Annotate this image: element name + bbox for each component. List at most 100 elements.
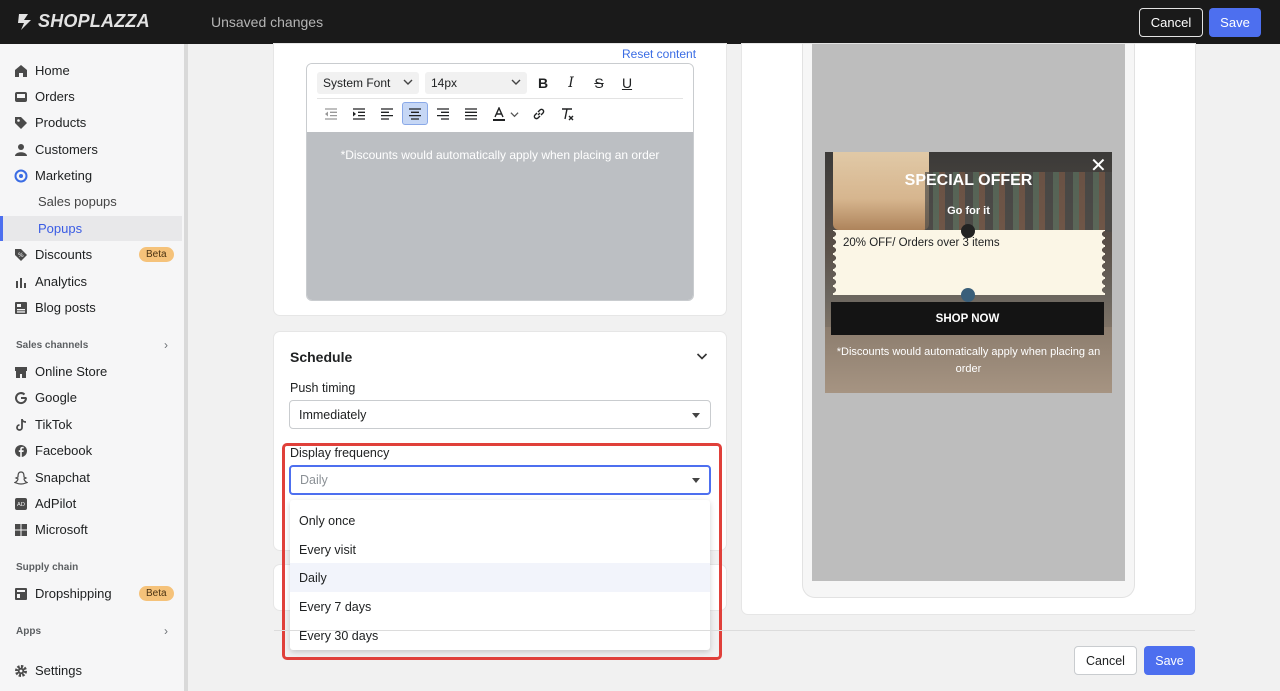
- sidebar-item-discounts[interactable]: % Discounts Beta: [0, 242, 182, 267]
- sidebar-item-label: Snapchat: [35, 470, 90, 485]
- sidebar-item-label: Discounts: [35, 247, 93, 262]
- editor-content-area[interactable]: *Discounts would automatically apply whe…: [307, 132, 693, 300]
- sidebar-item-home[interactable]: Home: [0, 58, 182, 83]
- popup-background-lamp: [833, 152, 929, 230]
- svg-text:AD: AD: [17, 502, 25, 508]
- rich-text-editor: System Font 14px B I S U *Discounts woul…: [306, 63, 694, 301]
- sidebar-item-label: Home: [35, 63, 70, 78]
- editor-toolbar: System Font 14px B I S U: [307, 64, 693, 132]
- svg-text:%: %: [18, 252, 24, 259]
- sidebar-item-label: AdPilot: [35, 496, 77, 511]
- popup-title: SPECIAL OFFER: [904, 172, 1033, 189]
- tag-icon: [13, 115, 28, 130]
- link-icon[interactable]: [527, 103, 551, 125]
- microsoft-icon: [13, 522, 28, 537]
- popup-subtitle: Go for it: [947, 205, 990, 217]
- shoplazza-logo-icon: [18, 13, 31, 30]
- chevron-down-icon: [511, 79, 521, 85]
- sidebar-item-label: Google: [35, 390, 77, 405]
- discount-icon: %: [13, 247, 28, 262]
- strikethrough-icon[interactable]: S: [587, 72, 611, 94]
- unsaved-status: Unsaved changes: [211, 14, 324, 30]
- sidebar-item-adpilot[interactable]: AD AdPilot: [0, 491, 182, 516]
- sidebar-item-orders[interactable]: Orders: [0, 84, 182, 109]
- sidebar-item-label: Analytics: [35, 274, 88, 289]
- sidebar-item-popups[interactable]: Popups: [0, 216, 182, 241]
- sidebar-item-label: Microsoft: [35, 522, 88, 537]
- sidebar-item-marketing[interactable]: Marketing: [0, 163, 182, 188]
- facebook-icon: [13, 443, 28, 458]
- sidebar-item-products[interactable]: Products: [0, 110, 182, 135]
- italic-icon[interactable]: I: [559, 72, 583, 94]
- coupon-edge-left: [833, 230, 839, 295]
- schedule-title: Schedule: [290, 349, 353, 365]
- sidebar-item-label: Online Store: [35, 364, 108, 379]
- toolbar-divider: [317, 98, 683, 99]
- chevron-down-icon[interactable]: [696, 350, 708, 362]
- top-cancel-button[interactable]: Cancel: [1139, 8, 1203, 37]
- chevron-down-icon[interactable]: [507, 103, 521, 125]
- outdent-icon[interactable]: [319, 103, 343, 125]
- underline-icon[interactable]: U: [615, 72, 639, 94]
- align-left-icon[interactable]: [375, 103, 399, 125]
- sidebar: Home Orders Products Customers Marketing…: [0, 44, 188, 691]
- save-button[interactable]: Save: [1144, 646, 1195, 675]
- sidebar-item-customers[interactable]: Customers: [0, 137, 182, 162]
- home-icon: [13, 63, 28, 78]
- highlight-annotation: [282, 443, 722, 660]
- chevron-right-icon[interactable]: ›: [164, 624, 168, 638]
- top-bar: SHOPLAZZA Unsaved changes Cancel Save: [0, 0, 1280, 44]
- beta-badge: Beta: [139, 247, 174, 262]
- align-center-icon[interactable]: [402, 102, 428, 125]
- font-family-select[interactable]: System Font: [317, 72, 419, 94]
- chevron-down-icon: [403, 79, 413, 85]
- font-family-value: System Font: [323, 76, 391, 90]
- caret-down-icon: [692, 413, 700, 418]
- popup-preview: ✕ SPECIAL OFFER Go for it 20% OFF/ Order…: [825, 152, 1112, 393]
- align-right-icon[interactable]: [431, 103, 455, 125]
- top-save-button[interactable]: Save: [1209, 8, 1261, 37]
- indent-icon[interactable]: [347, 103, 371, 125]
- push-timing-value: Immediately: [299, 407, 367, 422]
- orders-icon: [13, 89, 28, 104]
- sidebar-item-settings[interactable]: Settings: [0, 658, 182, 683]
- analytics-icon: [13, 274, 28, 289]
- store-icon: [13, 364, 28, 379]
- coupon-notch: [961, 224, 975, 238]
- sidebar-item-microsoft[interactable]: Microsoft: [0, 517, 182, 542]
- sidebar-item-tiktok[interactable]: TikTok: [0, 412, 182, 437]
- sidebar-item-analytics[interactable]: Analytics: [0, 269, 182, 294]
- sidebar-item-label: Popups: [38, 221, 83, 236]
- sidebar-item-facebook[interactable]: Facebook: [0, 438, 182, 463]
- dropshipping-icon: [13, 586, 28, 601]
- gear-icon: [13, 663, 28, 678]
- sidebar-item-dropshipping[interactable]: Dropshipping Beta: [0, 581, 182, 606]
- shop-now-button[interactable]: SHOP NOW: [831, 302, 1104, 335]
- sidebar-item-blog-posts[interactable]: Blog posts: [0, 295, 182, 320]
- sidebar-item-label: Orders: [35, 89, 75, 104]
- sidebar-item-sales-popups[interactable]: Sales popups: [0, 189, 182, 214]
- person-icon: [13, 142, 28, 157]
- bold-icon[interactable]: B: [531, 72, 555, 94]
- sidebar-item-label: Settings: [35, 663, 82, 678]
- marketing-icon: [13, 168, 28, 183]
- push-timing-select[interactable]: Immediately: [289, 400, 711, 429]
- blog-icon: [13, 300, 28, 315]
- footer-divider: [274, 630, 1195, 631]
- coupon-text: 20% OFF/ Orders over 3 items: [843, 237, 1000, 249]
- chevron-right-icon[interactable]: ›: [164, 338, 168, 352]
- align-justify-icon[interactable]: [459, 103, 483, 125]
- brand-logo[interactable]: SHOPLAZZA: [16, 11, 150, 32]
- reset-content-link[interactable]: Reset content: [622, 47, 696, 61]
- coupon-notch: [961, 288, 975, 302]
- sidebar-item-google[interactable]: Google: [0, 385, 182, 410]
- sidebar-item-label: Marketing: [35, 168, 93, 183]
- sidebar-item-label: Sales popups: [38, 194, 117, 209]
- sidebar-item-snapchat[interactable]: Snapchat: [0, 465, 182, 490]
- supply-chain-title: Supply chain: [16, 562, 79, 573]
- font-size-select[interactable]: 14px: [425, 72, 527, 94]
- sidebar-item-online-store[interactable]: Online Store: [0, 359, 182, 384]
- cancel-button[interactable]: Cancel: [1074, 646, 1137, 675]
- coupon-edge-right: [1099, 230, 1105, 295]
- clear-format-icon[interactable]: [555, 103, 579, 125]
